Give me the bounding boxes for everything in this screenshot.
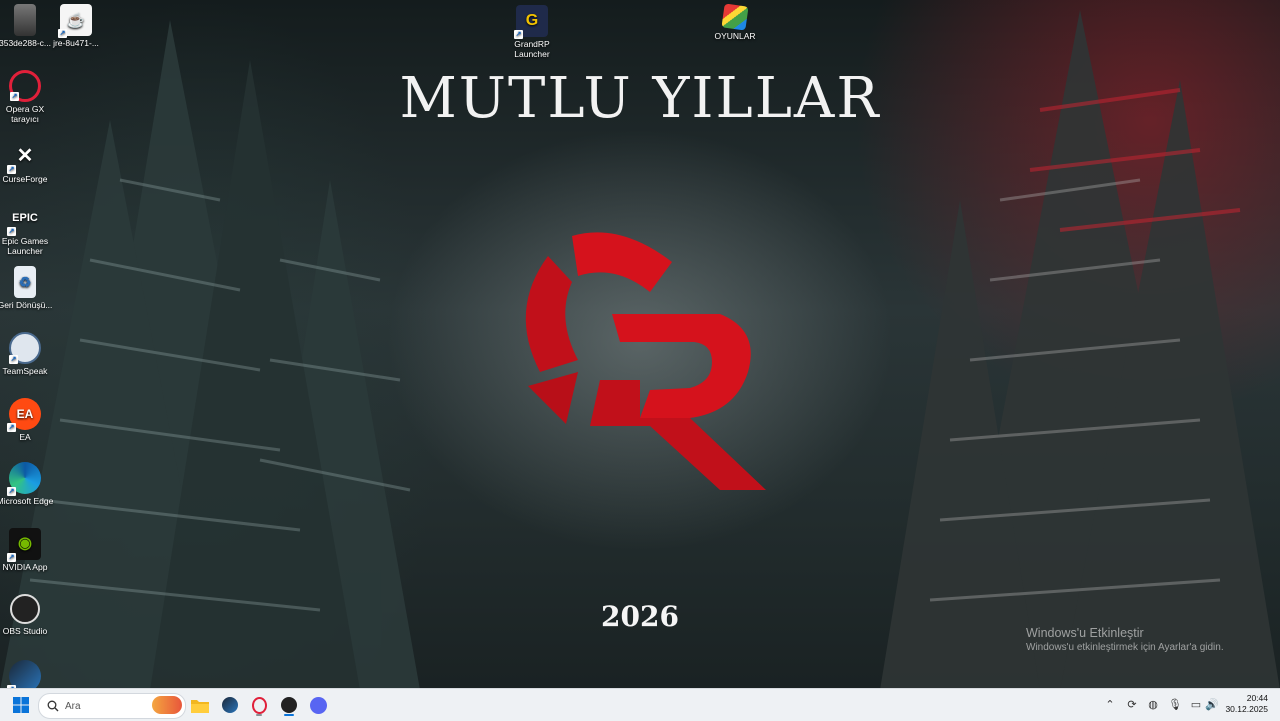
taskbar-discord[interactable]: [306, 693, 330, 717]
desktop-icon-java-installer[interactable]: ☕ ↗ jre-8u471-...: [44, 4, 108, 48]
obs-icon: [10, 594, 40, 624]
taskbar-steam[interactable]: [218, 693, 242, 717]
steam-icon: [222, 697, 238, 713]
activation-subtitle: Windows'u etkinleştirmek için Ayarlar'a …: [1026, 642, 1224, 653]
obs-icon: [281, 697, 297, 713]
curseforge-icon: ✕ ↗: [7, 145, 34, 174]
desktop-wallpaper: MUTLU YILLAR 2026 Windows'u Etkinleştir …: [0, 0, 1280, 688]
tray-overflow-button[interactable]: ⌃: [1103, 697, 1117, 711]
desktop-icon-label: OYUNLAR: [714, 31, 756, 41]
activation-title: Windows'u Etkinleştir: [1026, 626, 1144, 640]
chevron-up-icon: ⌃: [1105, 698, 1115, 711]
teamspeak-icon: ↗: [9, 332, 41, 364]
tray-volume[interactable]: 🔊: [1205, 697, 1219, 711]
desktop-icon-epic-games[interactable]: EPIC ↗ Epic Games Launcher: [0, 202, 57, 257]
windows-logo-icon: [13, 697, 29, 713]
tray-network[interactable]: ◍: [1146, 697, 1160, 711]
clock-time: 20:44: [1246, 693, 1268, 703]
start-button[interactable]: [9, 693, 33, 717]
desktop-icon-teamspeak[interactable]: ↗ TeamSpeak: [0, 332, 57, 376]
ea-icon: EA ↗: [7, 398, 41, 432]
epic-games-icon: EPIC ↗: [7, 212, 38, 236]
grandrp-logo: [525, 232, 766, 490]
desktop-icon-nvidia[interactable]: ◉ ↗ NVIDIA App: [0, 528, 57, 572]
display-icon: ▭: [1190, 698, 1202, 711]
desktop-icon-edge[interactable]: ↗ Microsoft Edge: [0, 462, 57, 506]
nvidia-icon: ◉ ↗: [7, 528, 41, 562]
desktop-icon-obs[interactable]: OBS Studio: [0, 594, 57, 636]
search-placeholder: Ara: [65, 700, 81, 712]
desktop-icon-recycle-bin[interactable]: ♻ Geri Dönüşü...: [0, 266, 57, 310]
desktop-icon-label: GrandRP Launcher: [514, 39, 550, 59]
desktop-icon-ea[interactable]: EA ↗ EA: [0, 398, 57, 442]
windows-activation-watermark: Windows'u Etkinleştir Windows'u etkinleş…: [1026, 626, 1224, 653]
taskbar: Ara ⌃ ⟳ ◍ 🎙 ▭ 🔊 20:44 30.12.2025: [0, 688, 1280, 721]
java-installer-icon: ☕ ↗: [58, 4, 92, 38]
tray-sync[interactable]: ⟳: [1125, 697, 1139, 711]
image-file-icon: [14, 4, 36, 36]
taskbar-file-explorer[interactable]: [188, 693, 212, 717]
microphone-icon: 🎙: [1168, 698, 1182, 711]
desktop-icon-label: Epic Games Launcher: [1, 236, 49, 256]
desktop-icon-curseforge[interactable]: ✕ ↗ CurseForge: [0, 140, 57, 184]
edge-icon: ↗: [7, 462, 41, 496]
opera-gx-icon: ↗: [9, 70, 41, 102]
search-icon: [47, 700, 59, 712]
desktop-icon-label: CurseForge: [2, 174, 48, 184]
wallpaper-headline: MUTLU YILLAR: [399, 66, 881, 131]
desktop-icon-label: Geri Dönüşü...: [0, 300, 53, 310]
clock-date: 30.12.2025: [1225, 704, 1268, 714]
search-highlight-image: [152, 696, 182, 714]
desktop-icon-label: TeamSpeak: [2, 366, 48, 376]
recycle-bin-icon: ♻: [14, 266, 36, 298]
desktop-icon-label: Opera GX tarayıcı: [5, 104, 45, 124]
desktop-icon-games-folder[interactable]: OYUNLAR: [703, 3, 767, 41]
grandrp-icon: G ↗: [514, 5, 548, 39]
discord-icon: [309, 696, 327, 714]
desktop-icon-label: jre-8u471-...: [53, 38, 99, 48]
tray-display[interactable]: ▭: [1189, 697, 1203, 711]
taskbar-clock[interactable]: 20:44 30.12.2025: [1225, 693, 1268, 715]
active-indicator: [284, 714, 294, 716]
desktop-icon-label: EA: [19, 432, 31, 442]
network-icon: ◍: [1148, 698, 1158, 711]
taskbar-opera-gx[interactable]: [247, 693, 271, 717]
desktop-icon-label: OBS Studio: [2, 626, 48, 636]
desktop-icon-label: Microsoft Edge: [0, 496, 54, 506]
desktop-icon-label: NVIDIA App: [2, 562, 48, 572]
games-folder-icon: [721, 3, 749, 31]
desktop-icon-opera-gx[interactable]: ↗ Opera GX tarayıcı: [0, 70, 57, 124]
running-indicator: [256, 714, 262, 716]
volume-icon: 🔊: [1205, 698, 1219, 711]
taskbar-search-box[interactable]: Ara: [38, 693, 186, 719]
desktop-icon-grandrp[interactable]: G ↗ GrandRP Launcher: [500, 5, 564, 59]
sync-icon: ⟳: [1127, 698, 1137, 711]
taskbar-obs[interactable]: [277, 693, 301, 717]
opera-gx-icon: [251, 696, 267, 714]
file-explorer-icon: [191, 699, 209, 713]
tray-microphone[interactable]: 🎙: [1168, 697, 1182, 711]
